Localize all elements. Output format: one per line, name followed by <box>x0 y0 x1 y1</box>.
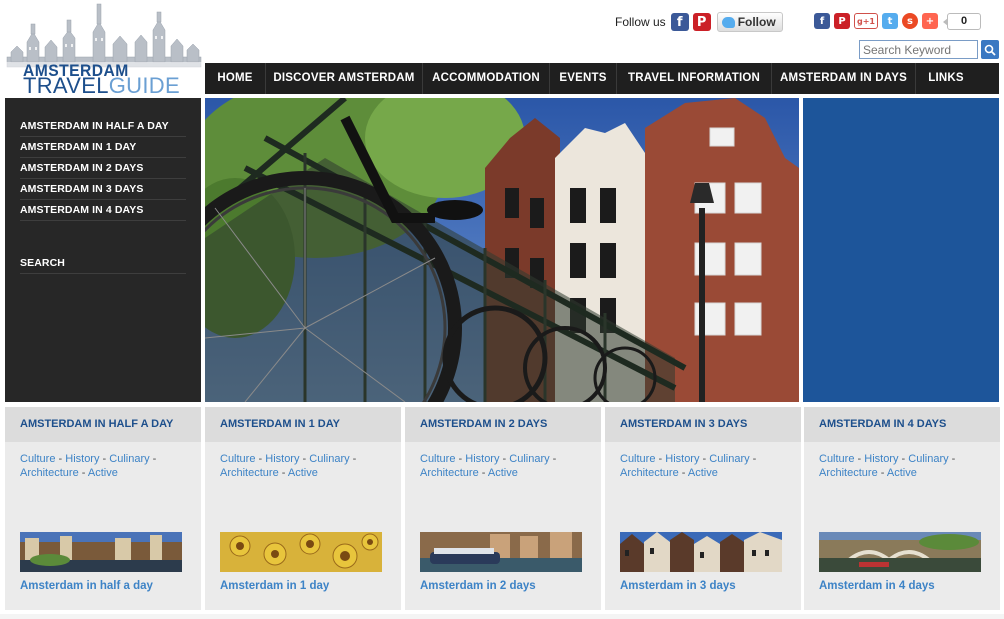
card-link-culinary[interactable]: Culinary <box>309 453 349 465</box>
card-link-active[interactable]: Active <box>88 467 118 479</box>
card-topic-links: Culture - History - Culinary - Architectu… <box>620 453 757 479</box>
card-link-history[interactable]: History <box>65 453 99 465</box>
nav-item-accommodation[interactable]: ACCOMMODATION <box>423 63 550 94</box>
card-title[interactable]: AMSTERDAM IN 2 DAYS <box>405 407 601 442</box>
hero-image-bicycle-canal-houses <box>205 98 799 402</box>
sidebar-item-half-a-day[interactable]: AMSTERDAM IN HALF A DAY <box>20 116 186 137</box>
card-link-architecture[interactable]: Architecture <box>20 467 79 479</box>
twitter-follow-label: Follow <box>737 15 776 29</box>
card-link-active[interactable]: Active <box>887 467 917 479</box>
card-2-days: AMSTERDAM IN 2 DAYS Culture - History - … <box>405 407 601 610</box>
sidebar-item-4-days[interactable]: AMSTERDAM IN 4 DAYS <box>20 200 186 221</box>
nav-item-links[interactable]: LINKS <box>916 63 976 94</box>
footer-strip <box>0 614 1004 619</box>
share-count: 0 <box>943 12 981 30</box>
pinterest-share-icon[interactable]: P <box>834 13 850 29</box>
card-title[interactable]: AMSTERDAM IN HALF A DAY <box>5 407 201 442</box>
card-link-culture[interactable]: Culture <box>20 453 55 465</box>
card-link-culture[interactable]: Culture <box>620 453 655 465</box>
card-link-architecture[interactable]: Architecture <box>819 467 878 479</box>
card-title[interactable]: AMSTERDAM IN 1 DAY <box>205 407 401 442</box>
card-3-days: AMSTERDAM IN 3 DAYS Culture - History - … <box>605 407 801 610</box>
card-link-culinary[interactable]: Culinary <box>709 453 749 465</box>
card-thumbnail-canal-boat[interactable] <box>420 532 582 572</box>
card-title[interactable]: AMSTERDAM IN 4 DAYS <box>804 407 1000 442</box>
card-topic-links: Culture - History - Culinary - Architectu… <box>420 453 557 479</box>
card-caption[interactable]: Amsterdam in half a day <box>5 580 201 592</box>
card-link-history[interactable]: History <box>465 453 499 465</box>
card-link-culinary[interactable]: Culinary <box>509 453 549 465</box>
card-half-a-day: AMSTERDAM IN HALF A DAY Culture - Histor… <box>5 407 201 610</box>
card-thumbnail-canal[interactable] <box>20 532 182 572</box>
twitter-bird-icon <box>721 16 735 28</box>
blue-side-panel <box>803 98 999 402</box>
card-link-culinary[interactable]: Culinary <box>109 453 149 465</box>
facebook-share-icon[interactable]: f <box>814 13 830 29</box>
nav-item-amsterdam-in-days[interactable]: AMSTERDAM IN DAYS <box>772 63 916 94</box>
search-button[interactable] <box>981 40 999 59</box>
sidebar-item-1-day[interactable]: AMSTERDAM IN 1 DAY <box>20 137 186 158</box>
hero-illustration <box>205 98 799 402</box>
card-link-culture[interactable]: Culture <box>220 453 255 465</box>
logo-word-guide: GUIDE <box>108 73 180 98</box>
card-thumbnail-canal-bridge[interactable] <box>819 532 981 572</box>
share-bar: f P g+1 t s + 0 <box>814 12 981 30</box>
logo-line-2: TRAVELGUIDE <box>23 75 180 97</box>
card-link-culture[interactable]: Culture <box>819 453 854 465</box>
follow-us-bar: Follow us f P Follow <box>615 11 783 33</box>
site-logo[interactable]: AMSTERDAM TRAVELGUIDE <box>5 2 203 97</box>
stumbleupon-icon[interactable]: s <box>902 13 918 29</box>
nav-item-events[interactable]: EVENTS <box>550 63 617 94</box>
addthis-plus-icon[interactable]: + <box>922 13 938 29</box>
card-title[interactable]: AMSTERDAM IN 3 DAYS <box>605 407 801 442</box>
card-topic-links: Culture - History - Culinary - Architectu… <box>20 453 157 479</box>
card-link-architecture[interactable]: Architecture <box>220 467 279 479</box>
card-topic-links: Culture - History - Culinary - Architectu… <box>819 453 956 479</box>
twitter-follow-button[interactable]: Follow <box>716 12 783 32</box>
card-link-culture[interactable]: Culture <box>420 453 455 465</box>
card-caption[interactable]: Amsterdam in 4 days <box>804 580 1000 592</box>
card-caption[interactable]: Amsterdam in 1 day <box>205 580 401 592</box>
search-input[interactable] <box>859 40 978 59</box>
card-thumbnail-sunflowers[interactable] <box>220 532 382 572</box>
card-link-history[interactable]: History <box>864 453 898 465</box>
card-link-active[interactable]: Active <box>688 467 718 479</box>
card-link-architecture[interactable]: Architecture <box>420 467 479 479</box>
sidebar-item-2-days[interactable]: AMSTERDAM IN 2 DAYS <box>20 158 186 179</box>
card-link-active[interactable]: Active <box>288 467 318 479</box>
card-link-history[interactable]: History <box>665 453 699 465</box>
nav-item-travel-information[interactable]: TRAVEL INFORMATION <box>617 63 772 94</box>
card-topic-links: Culture - History - Culinary - Architectu… <box>220 453 357 479</box>
google-plus-icon[interactable]: g+1 <box>854 13 878 29</box>
main-navigation: HOME DISCOVER AMSTERDAM ACCOMMODATION EV… <box>205 63 999 94</box>
nav-item-discover-amsterdam[interactable]: DISCOVER AMSTERDAM <box>266 63 423 94</box>
card-link-culinary[interactable]: Culinary <box>908 453 948 465</box>
sidebar: AMSTERDAM IN HALF A DAY AMSTERDAM IN 1 D… <box>5 98 201 402</box>
nav-item-home[interactable]: HOME <box>205 63 266 94</box>
sidebar-item-3-days[interactable]: AMSTERDAM IN 3 DAYS <box>20 179 186 200</box>
facebook-icon[interactable]: f <box>670 13 689 31</box>
card-1-day: AMSTERDAM IN 1 DAY Culture - History - C… <box>205 407 401 610</box>
card-link-active[interactable]: Active <box>488 467 518 479</box>
card-caption[interactable]: Amsterdam in 3 days <box>605 580 801 592</box>
card-link-history[interactable]: History <box>265 453 299 465</box>
card-caption[interactable]: Amsterdam in 2 days <box>405 580 601 592</box>
card-link-architecture[interactable]: Architecture <box>620 467 679 479</box>
sidebar-search-link[interactable]: SEARCH <box>20 253 186 274</box>
follow-us-label: Follow us <box>615 15 666 29</box>
twitter-share-icon[interactable]: t <box>882 13 898 29</box>
pinterest-icon[interactable]: P <box>692 13 711 31</box>
logo-word-travel: TRAVEL <box>23 73 109 98</box>
card-4-days: AMSTERDAM IN 4 DAYS Culture - History - … <box>804 407 1000 610</box>
search-icon <box>984 44 996 56</box>
logo-text: AMSTERDAM TRAVELGUIDE <box>5 62 203 97</box>
card-thumbnail-gable-houses[interactable] <box>620 532 782 572</box>
